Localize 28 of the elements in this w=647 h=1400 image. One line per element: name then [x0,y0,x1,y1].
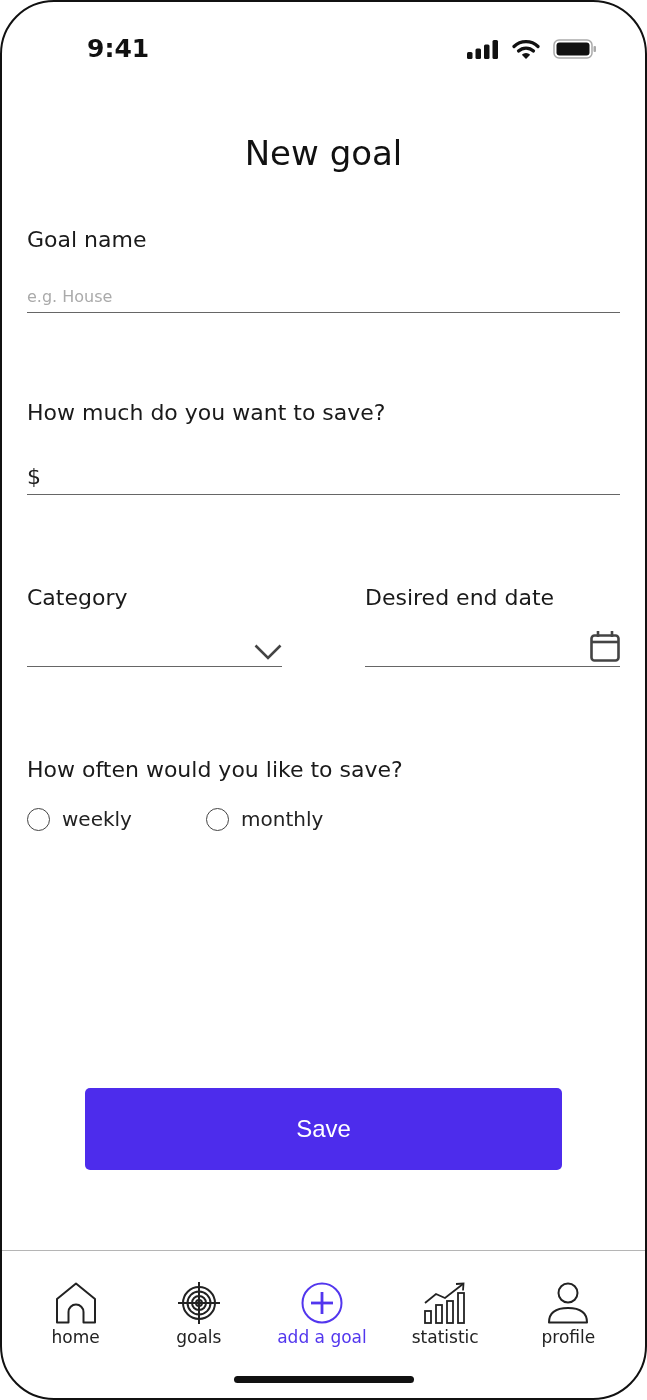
target-icon [177,1282,220,1324]
nav-tab[interactable]: add a goal [260,1282,384,1348]
signal-icon [467,39,499,59]
amount-input[interactable]: $ [27,458,620,495]
nav-tab[interactable]: goals [137,1282,261,1348]
nav-tab[interactable]: profile [506,1282,630,1348]
status-time: 9:41 [87,34,150,64]
save-button[interactable]: Save [85,1088,562,1170]
wifi-icon [512,39,540,59]
field-label: Category [27,584,129,612]
field-label: Desired end date [365,584,556,612]
page-title: New goal [243,133,404,173]
calendar-icon [590,631,620,662]
person-icon [547,1282,590,1324]
nav-tab[interactable]: statistic [383,1282,507,1348]
date-field[interactable] [365,629,620,667]
radio-label[interactable]: weekly [62,807,132,831]
nav-tab[interactable]: home [14,1282,138,1348]
bar-chart-icon [424,1282,467,1324]
goal-name-input[interactable]: e.g. House [27,280,620,313]
home-icon [54,1282,97,1324]
frequency-question: How often would you like to save? [27,756,404,784]
field-label: How much do you want to save? [27,399,387,427]
battery-icon [553,39,597,59]
field-label: Goal name [27,226,148,254]
radio-label[interactable]: monthly [241,807,324,831]
chevron-down-icon [254,644,282,660]
add-icon [301,1282,343,1324]
